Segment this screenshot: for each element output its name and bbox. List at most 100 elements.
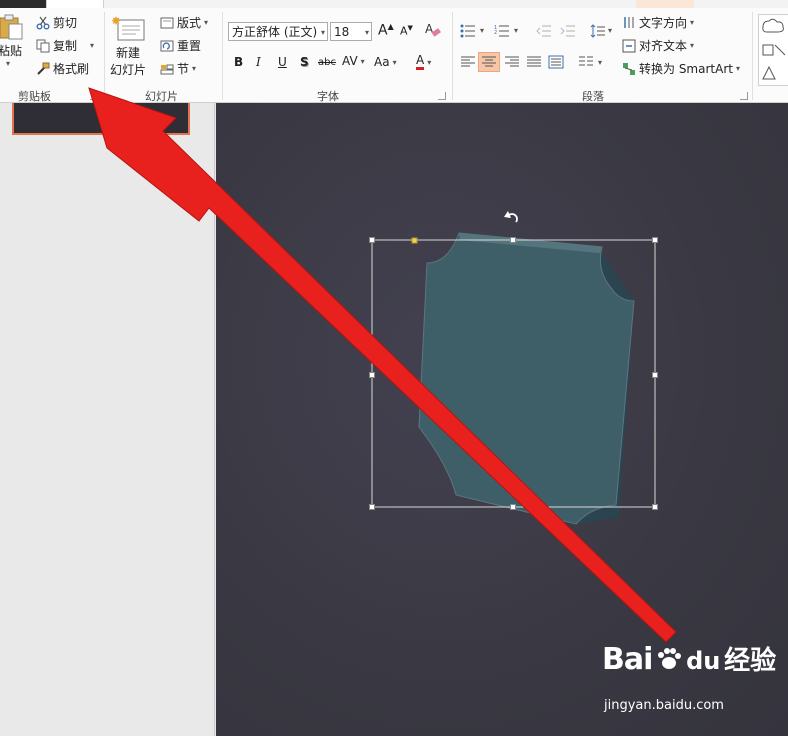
align-text-label: 对齐文本 [639,39,688,53]
resize-handle-tl[interactable] [369,237,375,243]
resize-handle-br[interactable] [652,504,658,510]
font-color-label: A [416,54,425,70]
bold-button[interactable]: B [234,55,243,69]
align-right-icon[interactable] [504,55,520,69]
resize-handle-r[interactable] [652,372,658,378]
resize-handle-b[interactable] [510,504,516,510]
resize-handle-l[interactable] [369,372,375,378]
section-button[interactable]: 节 ▾ [160,60,196,77]
char-spacing-dropdown-icon: ▾ [360,56,365,66]
copy-label: 复制 [53,39,78,53]
clipboard-launcher-icon[interactable] [90,92,98,100]
font-group-label: 字体 [317,90,339,103]
new-slide-label-1: 新建 [116,46,141,60]
shrink-font-button[interactable]: A▼ [400,24,413,38]
svg-text:2: 2 [494,30,497,36]
cut-button[interactable]: 剪切 [36,14,77,31]
font-name-dropdown-icon[interactable]: ▾ [321,23,325,42]
clear-format-button[interactable]: A [425,21,441,39]
font-color-dropdown-icon: ▾ [427,57,432,67]
copy-button[interactable]: 复制 ▾ [36,37,94,54]
font-launcher-icon[interactable] [438,92,446,100]
align-text-dropdown-icon: ▾ [690,41,695,50]
tab-file[interactable] [0,0,46,8]
group-divider [452,12,453,100]
font-size-combo[interactable]: 18 ▾ [330,22,372,41]
rotate-handle-icon[interactable] [504,211,518,223]
slide-thumbnail[interactable] [12,103,190,135]
reset-label: 重置 [177,39,202,53]
distributed-icon[interactable] [548,55,564,69]
numbering-dropdown-icon[interactable]: ▾ [514,26,518,35]
adjust-handle[interactable] [411,237,418,244]
paragraph-group-label: 段落 [582,90,604,103]
smartart-icon [623,62,635,75]
plaque-shape[interactable] [418,232,635,525]
grow-font-button[interactable]: A▲ [378,22,394,39]
align-text-button[interactable]: 对齐文本 ▾ [622,37,694,54]
shadow-label: S [300,55,309,69]
font-name-combo[interactable]: 方正舒体 (正文) ▾ [228,22,328,41]
change-case-dropdown-icon: ▾ [392,57,397,67]
layout-button[interactable]: 版式 ▾ [160,14,208,31]
smartart-label: 转换为 SmartArt [639,62,733,76]
resize-handle-tr[interactable] [652,237,658,243]
justify-icon[interactable] [526,55,542,69]
increase-indent-icon[interactable] [560,24,576,38]
reset-button[interactable]: 重置 [160,37,201,54]
line-spacing-dropdown-icon[interactable]: ▾ [608,26,612,35]
ribbon: 粘贴 ▾ 剪切 复制 ▾ 格式刷 剪贴板 ✸ 新建 幻灯片 版式 ▾ 重置 节 ▾ … [0,8,788,103]
columns-icon[interactable] [578,55,594,69]
font-size-dropdown-icon[interactable]: ▾ [365,23,369,42]
layout-icon [160,17,174,28]
font-name-value: 方正舒体 (正文) [232,25,318,39]
shapes-gallery[interactable] [758,14,788,86]
watermark-product: 经验 [724,646,777,676]
layout-label: 版式 [177,16,202,30]
format-painter-button[interactable]: 格式刷 [36,60,89,77]
cut-label: 剪切 [53,16,78,30]
clipboard-group-label: 剪贴板 [18,90,51,103]
char-spacing-button[interactable]: AV ▾ [342,54,365,68]
underline-button[interactable]: U [278,55,287,69]
font-color-button[interactable]: A ▾ [416,54,431,70]
text-direction-button[interactable]: 文字方向 ▾ [622,14,694,31]
align-left-icon[interactable] [460,55,476,69]
tab-contextual[interactable] [636,0,694,8]
columns-dropdown-icon[interactable]: ▾ [598,58,602,67]
format-painter-label: 格式刷 [53,62,90,76]
bullets-icon[interactable] [460,24,476,38]
align-center-icon [482,56,496,67]
strikethrough-button[interactable]: abc [318,57,336,68]
section-label: 节 [177,62,190,76]
resize-handle-bl[interactable] [369,504,375,510]
grow-font-icon: A▲ [378,22,394,39]
paragraph-launcher-icon[interactable] [740,92,748,100]
strikethrough-label: abc [318,57,336,68]
new-slide-label-2: 幻灯片 [110,63,147,77]
brush-icon [37,62,50,75]
align-center-button[interactable] [478,52,500,72]
new-slide-button[interactable]: ✸ 新建 幻灯片 [110,14,146,78]
copy-dropdown-icon[interactable]: ▾ [90,41,94,50]
resize-handle-t[interactable] [510,237,516,243]
watermark-brand: Bai [602,642,653,677]
paste-dropdown-icon[interactable]: ▾ [6,59,10,68]
italic-button[interactable]: I [256,55,261,69]
shadow-button[interactable]: S [300,55,309,69]
copy-icon [36,39,50,52]
paste-button[interactable]: 粘贴 ▾ [0,14,24,68]
line-spacing-icon[interactable] [590,24,606,38]
bold-label: B [234,55,244,69]
tab-home[interactable] [46,0,104,8]
numbering-icon[interactable]: 12 [494,24,510,38]
decrease-indent-icon[interactable] [536,24,552,38]
baidu-watermark: Bai du 经验 jingyan.baidu.com [602,640,777,713]
watermark-brand-suffix: du [686,647,721,675]
change-case-button[interactable]: Aa ▾ [374,55,397,69]
italic-label: I [256,55,261,69]
paste-icon [0,14,23,40]
smartart-button[interactable]: 转换为 SmartArt ▾ [622,60,740,77]
bullets-dropdown-icon[interactable]: ▾ [480,26,484,35]
svg-text:✸: ✸ [111,14,121,28]
